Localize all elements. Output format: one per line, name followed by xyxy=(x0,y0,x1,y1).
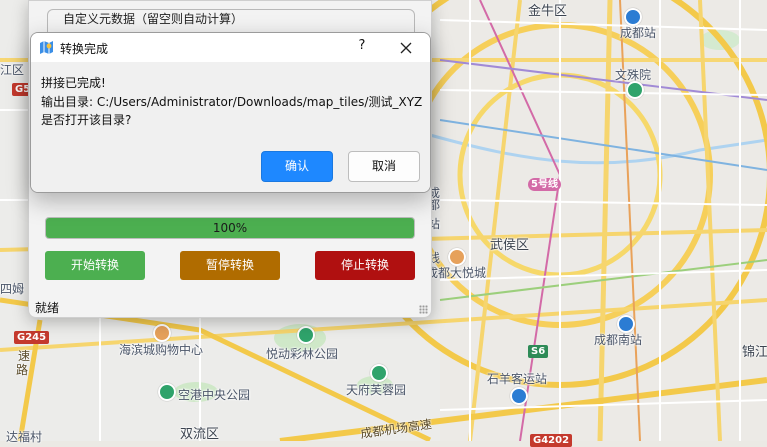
cancel-button[interactable]: 取消 xyxy=(348,151,420,182)
dialog-titlebar[interactable]: 转换完成 ? xyxy=(31,33,430,62)
bus-station-pin-icon xyxy=(510,387,528,405)
dialog-message-line-2: 输出目录: C:/Users/Administrator/Downloads/m… xyxy=(41,95,423,109)
dialog-message-line-1: 拼接已完成! xyxy=(41,76,106,90)
map-label-wuhou: 武侯区 xyxy=(490,238,530,253)
metadata-group-title: 自定义元数据（留空则自动计算） xyxy=(59,10,248,27)
map-label-chengdu-joy: 成都大悦城 xyxy=(426,266,487,280)
help-button[interactable]: ? xyxy=(353,38,371,56)
progress-bar: 100% xyxy=(45,217,415,239)
map-label-chengdu-south: 成都南站 xyxy=(594,333,643,347)
station-pin-icon xyxy=(624,8,642,26)
map-label-jinjiang: 锦江 xyxy=(742,345,767,360)
map-label-shuangliu: 双流区 xyxy=(180,427,220,442)
map-label-tianfu: 天府芙蓉园 xyxy=(346,383,407,397)
map-label-lu: 路 xyxy=(16,363,29,377)
start-convert-button[interactable]: 开始转换 xyxy=(45,251,145,280)
map-app-icon xyxy=(39,40,54,55)
map-label-haibincheng: 海滨城购物中心 xyxy=(119,343,204,357)
map-label-yuedong: 悦动彩林公园 xyxy=(266,347,339,361)
pause-convert-button[interactable]: 暂停转换 xyxy=(180,251,280,280)
road-shield-g245: G245 xyxy=(14,331,50,344)
joy-city-pin-icon xyxy=(448,248,466,266)
confirm-button[interactable]: 确认 xyxy=(261,151,333,182)
stop-convert-button[interactable]: 停止转换 xyxy=(315,251,415,280)
garden-pin-icon xyxy=(370,364,388,382)
map-label-shiyangchang: 石羊客运站 xyxy=(487,372,548,386)
map-label-konggang: 空港中央公园 xyxy=(178,388,251,402)
park-pin-icon xyxy=(297,326,315,344)
attraction-pin-icon xyxy=(626,81,644,99)
conversion-complete-dialog: 转换完成 ? 拼接已完成! 输出目录: C:/Users/Administrat… xyxy=(30,32,431,193)
map-label-side-jiang: 江区 xyxy=(0,63,25,77)
central-park-pin-icon xyxy=(158,383,176,401)
metro-line-5-badge: 5号线 xyxy=(528,178,561,191)
map-label-tutu: 达福村 xyxy=(6,430,43,444)
map-label-jinniu: 金牛区 xyxy=(528,4,568,19)
resize-grip[interactable] xyxy=(419,305,428,314)
south-station-pin-icon xyxy=(617,315,635,333)
map-label-sisi: 四姆 xyxy=(0,282,25,296)
mall-pin-icon xyxy=(153,324,171,342)
close-icon[interactable] xyxy=(397,39,415,57)
dialog-message-line-3: 是否打开该目录? xyxy=(41,113,132,127)
progress-text: 100% xyxy=(212,221,248,235)
map-label-chengdu-station: 成都站 xyxy=(620,26,657,40)
road-shield-s6: S6 xyxy=(528,345,549,358)
status-text: 就绪 xyxy=(35,301,60,315)
dialog-title: 转换完成 xyxy=(60,42,109,56)
